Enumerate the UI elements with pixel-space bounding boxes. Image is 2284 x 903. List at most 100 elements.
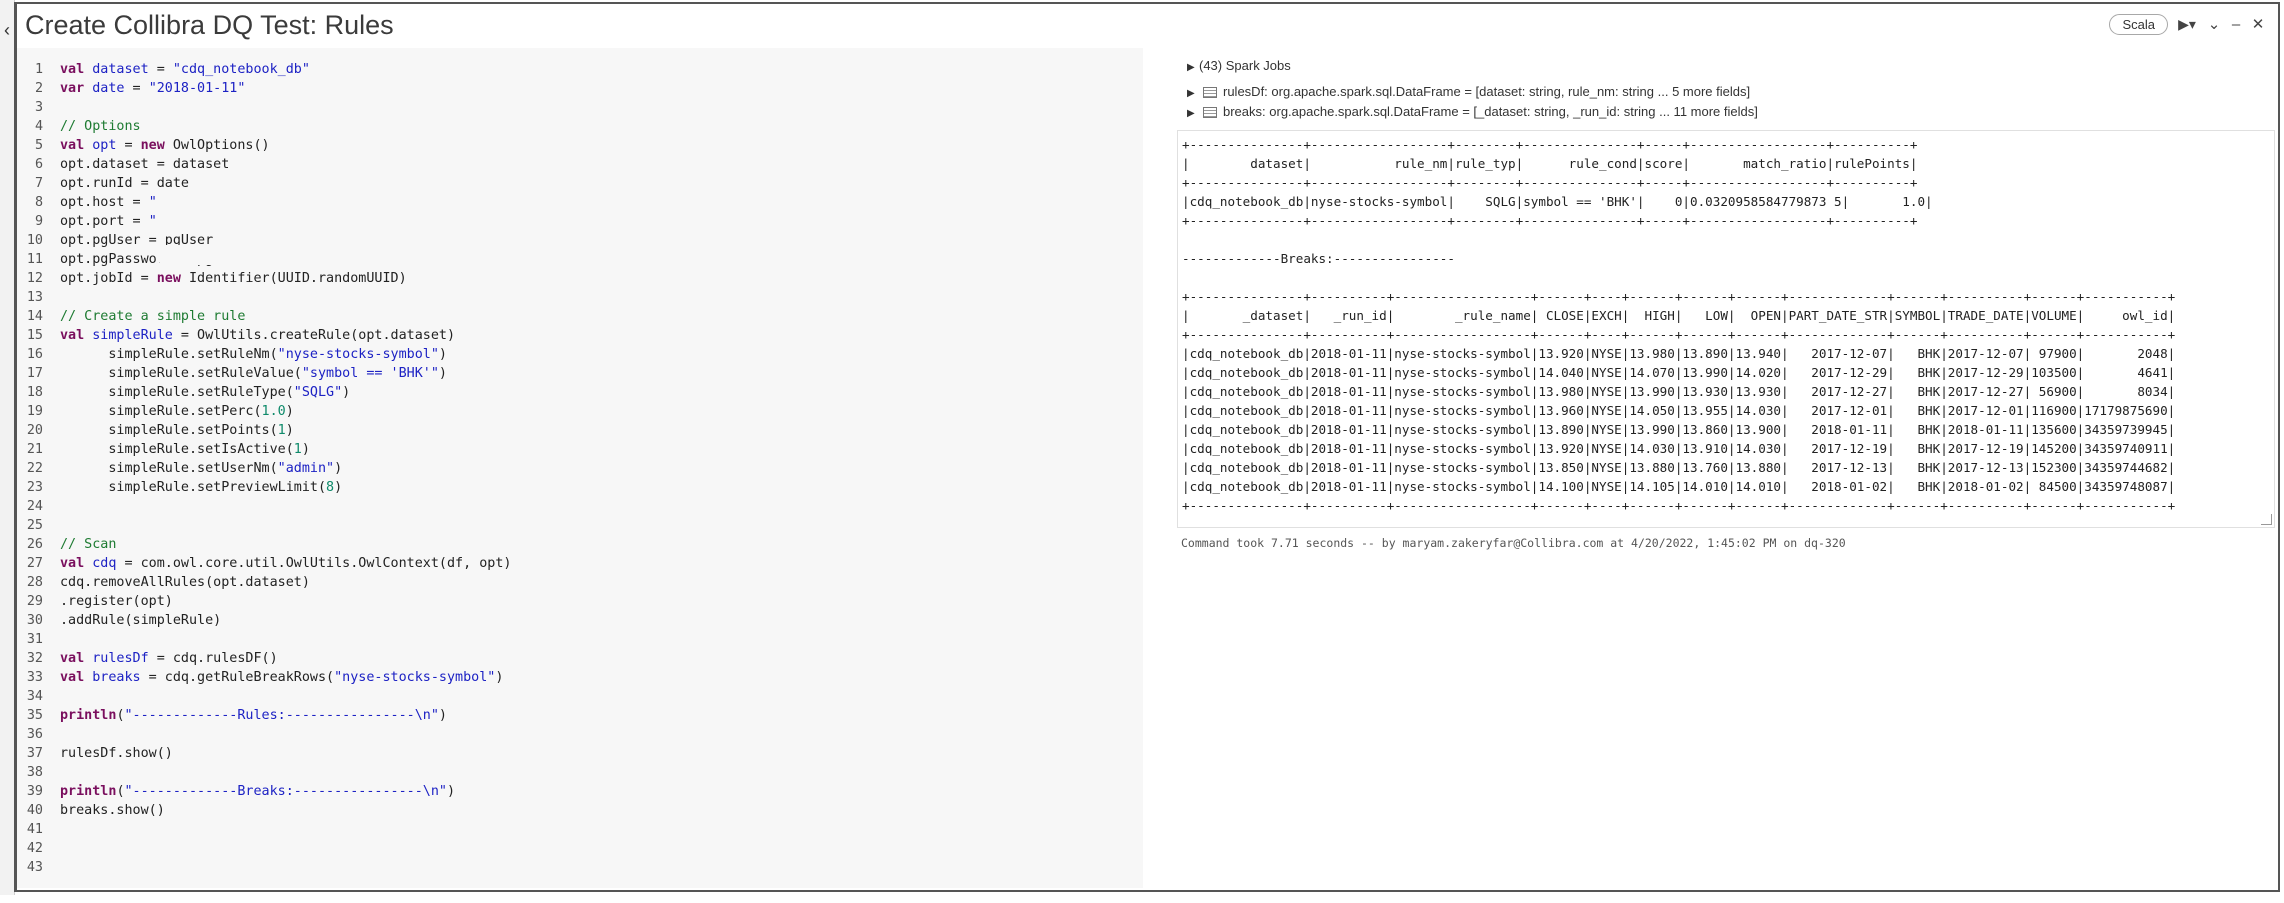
code-token: ( xyxy=(116,708,125,723)
code-line[interactable]: 6 opt.dataset = dataset xyxy=(17,155,1143,174)
line-number: 30 xyxy=(26,613,43,628)
code-editor[interactable]: 1 val dataset = "cdq_notebook_db" 2 var dat… xyxy=(17,48,1143,888)
code-text: opt.dataset = dataset xyxy=(60,155,229,174)
code-line[interactable]: 43 xyxy=(17,858,1143,877)
code-text: val breaks = cdq.getRuleBreakRows("nyse-… xyxy=(60,668,503,687)
code-line[interactable]: 16 simpleRule.setRuleNm("nyse-stocks-sym… xyxy=(17,345,1143,364)
code-line[interactable]: 24 xyxy=(17,497,1143,516)
code-line[interactable]: 28 cdq.removeAllRules(opt.dataset) xyxy=(17,573,1143,592)
code-line[interactable]: 19 simpleRule.setPerc(1.0) xyxy=(17,402,1143,421)
code-line[interactable]: 31 xyxy=(17,630,1143,649)
code-text: println("-------------Breaks:-----------… xyxy=(60,782,455,801)
cell-title[interactable]: Create Collibra DQ Test: Rules xyxy=(25,10,394,41)
output-line: |cdq_notebook_db|2018-01-11|nyse-stocks-… xyxy=(1182,441,2176,456)
code-token: val xyxy=(60,328,93,343)
run-icon[interactable]: ▶▾ xyxy=(2174,16,2200,33)
code-line[interactable]: 40 breaks.show() xyxy=(17,801,1143,820)
line-number: 14 xyxy=(26,309,43,324)
code-line[interactable]: 42 xyxy=(17,839,1143,858)
output-line: |cdq_notebook_db|2018-01-11|nyse-stocks-… xyxy=(1182,422,2176,437)
line-number: 38 xyxy=(26,765,43,780)
notebook-cell[interactable]: Create Collibra DQ Test: Rules Scala ▶▾ … xyxy=(14,2,2280,892)
close-icon[interactable]: ✕ xyxy=(2250,15,2266,33)
code-token: 1 xyxy=(277,423,286,438)
code-line[interactable]: 18 simpleRule.setRuleType("SQLG") xyxy=(17,383,1143,402)
code-line[interactable]: 13 xyxy=(17,288,1143,307)
code-token: = cdq.rulesDF() xyxy=(148,651,278,666)
code-token: ) xyxy=(334,461,343,476)
line-number: 28 xyxy=(26,575,43,590)
line-number: 37 xyxy=(26,746,43,761)
code-line[interactable]: 9 opt.port = " xyxy=(17,212,1143,231)
code-token: opt.host = xyxy=(60,195,149,210)
caret-right-icon: ▶ xyxy=(1187,108,1195,119)
code-line[interactable]: 39 println("-------------Breaks:---------… xyxy=(17,782,1143,801)
line-number: 5 xyxy=(34,138,43,153)
code-line[interactable]: 25 xyxy=(17,516,1143,535)
code-line[interactable]: 32 val rulesDf = cdq.rulesDF() xyxy=(17,649,1143,668)
spark-jobs-toggle[interactable]: ▶ (43) Spark Jobs xyxy=(1187,58,1291,73)
resize-handle-icon[interactable] xyxy=(2261,514,2272,525)
code-token: simpleRule xyxy=(92,328,173,343)
language-badge[interactable]: Scala xyxy=(2109,13,2168,35)
code-token: new xyxy=(156,271,189,286)
output-line: | _dataset| _run_id| _rule_name| CLOSE|E… xyxy=(1182,308,2176,323)
code-line[interactable]: 36 xyxy=(17,725,1143,744)
code-token: .register(opt) xyxy=(60,594,173,609)
code-line[interactable]: 22 simpleRule.setUserNm("admin") xyxy=(17,459,1143,478)
code-line[interactable]: 2 var date = "2018-01-11" xyxy=(17,79,1143,98)
code-token: = com.owl.core.util.OwlUtils.OwlContext(… xyxy=(116,556,512,571)
code-line[interactable]: 27 val cdq = com.owl.core.util.OwlUtils.O… xyxy=(17,554,1143,573)
dataframe-row-rulesdf[interactable]: ▶ rulesDf: org.apache.spark.sql.DataFrame… xyxy=(1187,84,1750,99)
code-line[interactable]: 12 opt.jobId = new Identifier(UUID.random… xyxy=(17,269,1143,288)
code-line[interactable]: 23 simpleRule.setPreviewLimit(8) xyxy=(17,478,1143,497)
output-line: +---------------+----------+------------… xyxy=(1182,327,2176,342)
code-line[interactable]: 29 .register(opt) xyxy=(17,592,1143,611)
code-line[interactable]: 35 println("-------------Rules:----------… xyxy=(17,706,1143,725)
line-number: 17 xyxy=(26,366,43,381)
code-text: simpleRule.setPreviewLimit(8) xyxy=(60,478,342,497)
code-line[interactable]: 38 xyxy=(17,763,1143,782)
code-token: = OwlUtils.createRule(opt.dataset) xyxy=(172,328,456,343)
output-line: |cdq_notebook_db|2018-01-11|nyse-stocks-… xyxy=(1182,346,2176,361)
code-token: 8 xyxy=(326,480,335,495)
text-output-box[interactable]: +---------------+----------+------------… xyxy=(1177,130,2275,528)
code-line[interactable]: 1 val dataset = "cdq_notebook_db" xyxy=(17,60,1143,79)
code-token: " xyxy=(148,195,157,210)
output-line: -------------Breaks:---------------- xyxy=(1182,251,1455,266)
line-number: 19 xyxy=(26,404,43,419)
code-token: simpleRule.setIsActive( xyxy=(60,442,294,457)
code-line[interactable]: 30 .addRule(simpleRule) xyxy=(17,611,1143,630)
collapse-left-icon[interactable]: ‹ xyxy=(1,20,13,40)
code-line[interactable]: 33 val breaks = cdq.getRuleBreakRows("nys… xyxy=(17,668,1143,687)
code-line[interactable]: 21 simpleRule.setIsActive(1) xyxy=(17,440,1143,459)
code-token: 1.0 xyxy=(261,404,286,419)
code-token: "-------------Rules:----------------\n" xyxy=(124,708,439,723)
spark-jobs-label: (43) Spark Jobs xyxy=(1199,58,1291,73)
minimize-icon[interactable]: – xyxy=(2228,16,2244,33)
output-line: |cdq_notebook_db|2018-01-11|nyse-stocks-… xyxy=(1182,460,2176,475)
dataframe-row-breaks[interactable]: ▶ breaks: org.apache.spark.sql.DataFrame … xyxy=(1187,104,1758,119)
code-line[interactable]: 20 simpleRule.setPoints(1) xyxy=(17,421,1143,440)
code-line[interactable]: 34 xyxy=(17,687,1143,706)
code-line[interactable]: 15 val simpleRule = OwlUtils.createRule(o… xyxy=(17,326,1143,345)
code-text: // Create a simple rule xyxy=(60,307,245,326)
code-token: new xyxy=(140,138,173,153)
code-line[interactable]: 41 xyxy=(17,820,1143,839)
code-line[interactable]: 26 // Scan xyxy=(17,535,1143,554)
code-token: simpleRule.setUserNm( xyxy=(60,461,278,476)
code-line[interactable]: 17 simpleRule.setRuleValue("symbol == 'B… xyxy=(17,364,1143,383)
code-line[interactable]: 5 val opt = new OwlOptions() xyxy=(17,136,1143,155)
code-line[interactable]: 4 // Options xyxy=(17,117,1143,136)
chevron-down-icon[interactable]: ⌄ xyxy=(2206,15,2222,33)
line-number: 6 xyxy=(34,157,43,172)
code-line[interactable]: 14 // Create a simple rule xyxy=(17,307,1143,326)
code-line[interactable]: 8 opt.host = " xyxy=(17,193,1143,212)
code-line[interactable]: 3 xyxy=(17,98,1143,117)
code-token: cdq.removeAllRules(opt.dataset) xyxy=(60,575,310,590)
code-line[interactable]: 37 rulesDf.show() xyxy=(17,744,1143,763)
table-icon xyxy=(1203,87,1217,99)
output-line: |cdq_notebook_db|2018-01-11|nyse-stocks-… xyxy=(1182,365,2176,380)
code-line[interactable]: 7 opt.runId = date xyxy=(17,174,1143,193)
code-token: = xyxy=(148,62,173,77)
